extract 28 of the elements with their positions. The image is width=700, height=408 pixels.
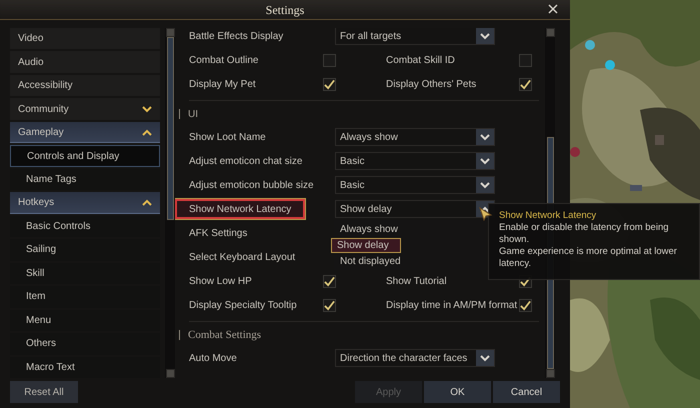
dropdown-value: Show delay (339, 202, 393, 216)
tooltip-text: Game experience is more optimal at lower latency. (499, 246, 678, 270)
setting-label: Show Low HP (189, 274, 253, 288)
setting-label: Combat Skill ID (386, 54, 456, 68)
setting-label: Show Loot Name (189, 130, 266, 144)
window-title: Settings (266, 2, 304, 18)
setting-label: Adjust emoticon bubble size (189, 178, 314, 192)
setting-label: Select Keyboard Layout (189, 250, 296, 264)
setting-label: Combat Outline (189, 54, 260, 68)
setting-label: Adjust emoticon chat size (189, 154, 302, 168)
setting-label: Display My Pet (189, 78, 257, 92)
tooltip-title: Show Network Latency (499, 210, 598, 222)
dropdown-value: Direction the character faces (339, 352, 468, 366)
setting-label: Display time in AM/PM format (386, 298, 518, 312)
section-title: Combat Settings (188, 328, 262, 343)
setting-label: Show Tutorial (386, 274, 448, 288)
dropdown-value: Basic (339, 154, 366, 168)
section-title: UI (188, 108, 198, 122)
setting-label: Battle Effects Display (189, 30, 284, 44)
tooltip-text: Enable or disable the latency from being shown. (499, 222, 670, 246)
dropdown-value: For all targets (339, 30, 402, 44)
dropdown-value: Basic (339, 178, 366, 192)
dropdown-value: Always show (339, 130, 399, 144)
setting-label: Show Network Latency (175, 199, 306, 219)
setting-label: Auto Move (189, 352, 237, 366)
setting-label: Display Specialty Tooltip (189, 298, 298, 312)
setting-label: Display Others' Pets (386, 78, 478, 92)
setting-label: AFK Settings (189, 226, 248, 240)
